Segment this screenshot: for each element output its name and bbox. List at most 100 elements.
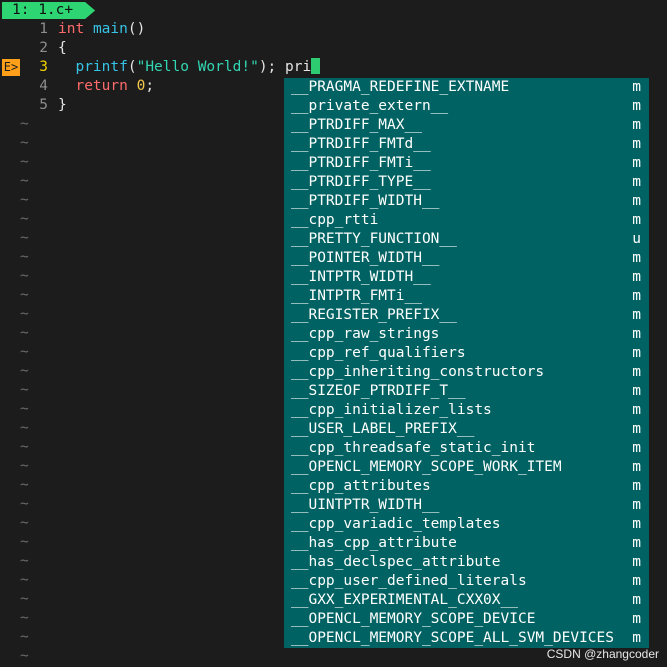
- code-token: ;: [145, 78, 155, 94]
- completion-popup[interactable]: __PRAGMA_REDEFINE_EXTNAME m __private_exte…: [284, 78, 649, 648]
- tilde-marker: ~: [20, 230, 29, 246]
- completion-item[interactable]: __INTPTR_WIDTH__ m: [284, 268, 649, 287]
- completion-word: __cpp_threadsafe_static_init: [291, 440, 536, 456]
- completion-word: __cpp_rtti: [291, 212, 379, 228]
- completion-word: __REGISTER_PREFIX__: [291, 307, 457, 323]
- completion-word: __cpp_initializer_lists: [291, 402, 492, 418]
- completion-word: __OPENCL_MEMORY_SCOPE_DEVICE: [291, 611, 536, 627]
- tilde-marker: ~: [20, 648, 29, 664]
- completion-item[interactable]: __private_extern__ m: [284, 97, 649, 116]
- tilde-marker: ~: [20, 629, 29, 645]
- completion-kind: m: [632, 117, 641, 133]
- tilde-marker: ~: [20, 439, 29, 455]
- completion-kind: m: [632, 307, 641, 323]
- completion-item[interactable]: __cpp_threadsafe_static_init m: [284, 439, 649, 458]
- completion-word: __USER_LABEL_PREFIX__: [291, 421, 475, 437]
- tilde-marker: ~: [20, 572, 29, 588]
- completion-word: __PRAGMA_REDEFINE_EXTNAME: [291, 79, 510, 95]
- completion-kind: m: [632, 136, 641, 152]
- tilde-marker: ~: [20, 496, 29, 512]
- tilde-marker: ~: [20, 192, 29, 208]
- tilde-marker: ~: [20, 173, 29, 189]
- buffer-tab[interactable]: 1: 1.c+: [2, 2, 95, 19]
- completion-item[interactable]: __cpp_rtti m: [284, 211, 649, 230]
- completion-item[interactable]: __cpp_variadic_templates m: [284, 515, 649, 534]
- completion-word: __has_declspec_attribute: [291, 554, 501, 570]
- error-sign: E>: [2, 59, 20, 76]
- code-line[interactable]: E> 3 printf("Hello World!"); pri: [0, 58, 667, 77]
- completion-item[interactable]: __PRAGMA_REDEFINE_EXTNAME m: [284, 78, 649, 97]
- completion-item[interactable]: __PTRDIFF_FMTi__ m: [284, 154, 649, 173]
- code-line[interactable]: 2{: [0, 39, 667, 58]
- completion-item[interactable]: __POINTER_WIDTH__ m: [284, 249, 649, 268]
- tilde-marker: ~: [20, 458, 29, 474]
- completion-kind: m: [632, 193, 641, 209]
- completion-kind: m: [632, 79, 641, 95]
- completion-item[interactable]: __USER_LABEL_PREFIX__ m: [284, 420, 649, 439]
- completion-word: __POINTER_WIDTH__: [291, 250, 440, 266]
- completion-item[interactable]: __OPENCL_MEMORY_SCOPE_WORK_ITEM m: [284, 458, 649, 477]
- code-token: main: [92, 21, 128, 37]
- completion-item[interactable]: __SIZEOF_PTRDIFF_T__ m: [284, 382, 649, 401]
- completion-item[interactable]: __OPENCL_MEMORY_SCOPE_DEVICE m: [284, 610, 649, 629]
- code-text: return 0;: [58, 77, 154, 96]
- completion-item[interactable]: __cpp_attributes m: [284, 477, 649, 496]
- completion-item[interactable]: __PTRDIFF_TYPE__ m: [284, 173, 649, 192]
- completion-kind: m: [632, 497, 641, 513]
- code-token: printf: [75, 59, 128, 75]
- completion-item[interactable]: __PTRDIFF_MAX__ m: [284, 116, 649, 135]
- completion-word: __SIZEOF_PTRDIFF_T__: [291, 383, 466, 399]
- completion-kind: m: [632, 364, 641, 380]
- completion-kind: m: [632, 383, 641, 399]
- completion-item[interactable]: __PRETTY_FUNCTION__ u: [284, 230, 649, 249]
- completion-kind: m: [632, 269, 641, 285]
- completion-item[interactable]: __PTRDIFF_WIDTH__ m: [284, 192, 649, 211]
- completion-word: __UINTPTR_WIDTH__: [291, 497, 440, 513]
- completion-item[interactable]: __PTRDIFF_FMTd__ m: [284, 135, 649, 154]
- completion-kind: m: [632, 402, 641, 418]
- tilde-marker: ~: [20, 287, 29, 303]
- completion-item[interactable]: __UINTPTR_WIDTH__ m: [284, 496, 649, 515]
- completion-item[interactable]: __cpp_user_defined_literals m: [284, 572, 649, 591]
- tilde-marker: ~: [20, 610, 29, 626]
- code-token: ); pri: [258, 59, 312, 75]
- completion-item[interactable]: __cpp_raw_strings m: [284, 325, 649, 344]
- tilde-marker: ~: [20, 553, 29, 569]
- completion-item[interactable]: __GXX_EXPERIMENTAL_CXX0X__ m: [284, 591, 649, 610]
- completion-item[interactable]: __INTPTR_FMTi__ m: [284, 287, 649, 306]
- tilde-marker: ~: [20, 154, 29, 170]
- tilde-marker: ~: [20, 249, 29, 265]
- tilde-marker: ~: [20, 401, 29, 417]
- code-token: {: [58, 40, 67, 56]
- completion-item[interactable]: __cpp_inheriting_constructors m: [284, 363, 649, 382]
- code-token: return: [75, 78, 128, 94]
- completion-word: __PTRDIFF_TYPE__: [291, 174, 431, 190]
- completion-kind: m: [632, 459, 641, 475]
- line-number: 2: [39, 40, 48, 56]
- tilde-marker: ~: [20, 268, 29, 284]
- completion-word: __cpp_user_defined_literals: [291, 573, 527, 589]
- completion-kind: m: [632, 174, 641, 190]
- completion-item[interactable]: __REGISTER_PREFIX__ m: [284, 306, 649, 325]
- completion-item[interactable]: __cpp_ref_qualifiers m: [284, 344, 649, 363]
- tilde-marker: ~: [20, 306, 29, 322]
- completion-kind: m: [632, 212, 641, 228]
- code-token: }: [58, 97, 67, 113]
- code-token: (): [127, 21, 146, 37]
- code-line[interactable]: 1 int main(): [0, 20, 667, 39]
- completion-item[interactable]: __OPENCL_MEMORY_SCOPE_ALL_SVM_DEVICES m: [284, 629, 649, 648]
- completion-word: __OPENCL_MEMORY_SCOPE_WORK_ITEM: [291, 459, 562, 475]
- completion-item[interactable]: __has_cpp_attribute m: [284, 534, 649, 553]
- completion-word: __PTRDIFF_MAX__: [291, 117, 422, 133]
- completion-word: __PRETTY_FUNCTION__: [291, 231, 457, 247]
- line-number: 4: [39, 78, 48, 94]
- completion-item[interactable]: __cpp_initializer_lists m: [284, 401, 649, 420]
- completion-item[interactable]: __has_declspec_attribute m: [284, 553, 649, 572]
- completion-kind: m: [632, 345, 641, 361]
- tilde-marker: ~: [20, 211, 29, 227]
- completion-word: __PTRDIFF_FMTd__: [291, 136, 431, 152]
- completion-kind: m: [632, 535, 641, 551]
